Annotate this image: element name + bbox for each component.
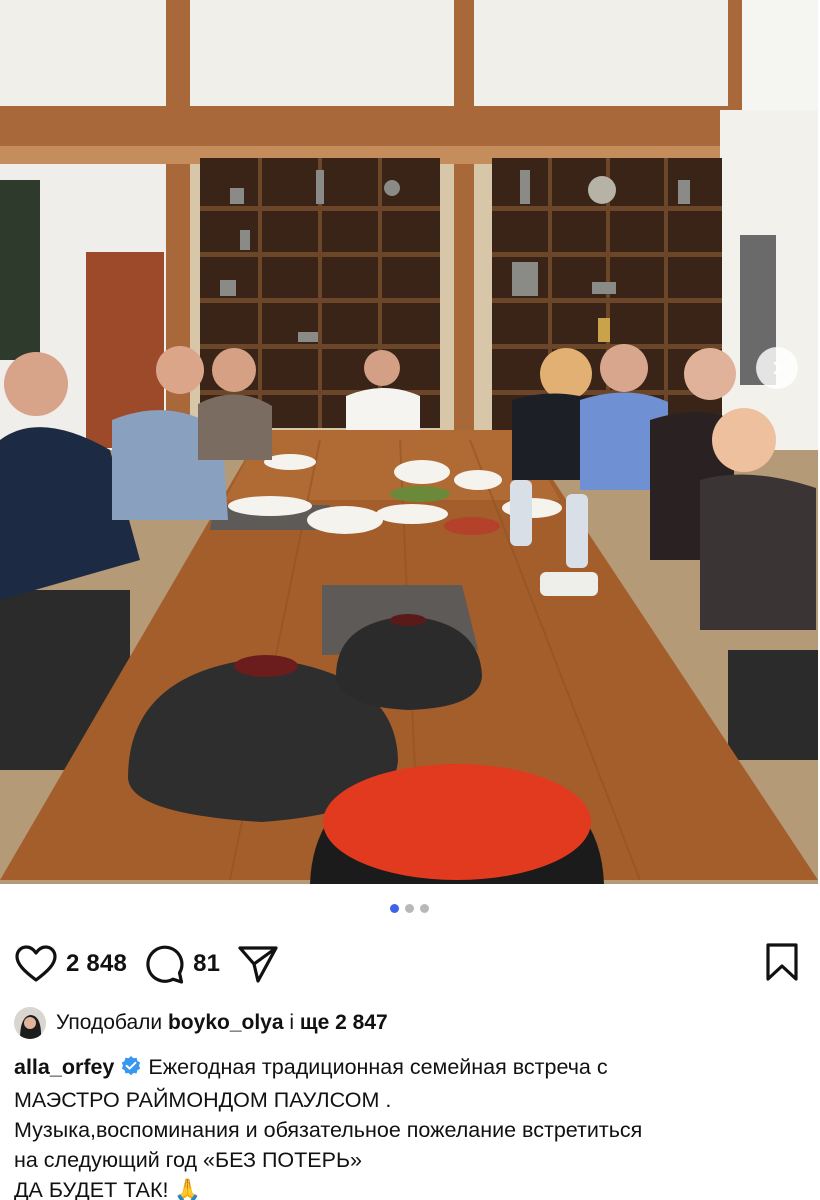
- comment-count: 81: [193, 950, 221, 977]
- post-action-bar: 2 848 81: [14, 940, 800, 988]
- like-count: 2 848: [66, 950, 128, 977]
- carousel-indicator: [0, 904, 818, 913]
- carousel-dot-1: [389, 904, 399, 913]
- likes-prefix: Уподобали: [56, 1011, 163, 1034]
- caption-line-5: ДА БУДЕТ ТАК! 🙏: [14, 1178, 202, 1200]
- caption-line-3: Музыка,воспоминания и обязательное пожел…: [14, 1118, 643, 1142]
- carousel-dot-2: [404, 904, 414, 913]
- liker-avatar-image: [14, 1007, 46, 1039]
- photo-illustration: [0, 0, 818, 884]
- caption-line-1: alla_orfey Ежегодная традиционная семейна…: [14, 1052, 804, 1085]
- comment-icon: [146, 945, 184, 984]
- post-photo[interactable]: [0, 0, 818, 884]
- avatar[interactable]: [14, 1007, 46, 1039]
- verified-badge-icon: [120, 1055, 142, 1085]
- caption-text-1: Ежегодная традиционная семейная встреча …: [148, 1055, 608, 1079]
- liked-by-line: Уподобали boyko_olya і ще 2 847: [14, 1007, 388, 1039]
- comment-button[interactable]: 81: [143, 943, 220, 985]
- caption-line-4: на следующий год «БЕЗ ПОТЕРЬ»: [14, 1148, 363, 1172]
- carousel-next-button[interactable]: [756, 347, 798, 389]
- save-button[interactable]: [764, 942, 800, 987]
- likes-others-link[interactable]: ще 2 847: [300, 1011, 388, 1035]
- liked-by-username[interactable]: boyko_olya: [168, 1011, 284, 1035]
- caption-line-2: МАЭСТРО РАЙМОНДОМ ПАУЛСОМ .: [14, 1088, 392, 1112]
- bookmark-icon: [766, 942, 798, 981]
- chevron-right-icon: [773, 361, 782, 375]
- share-icon: [238, 946, 278, 983]
- post-caption: alla_orfey Ежегодная традиционная семейна…: [14, 1052, 804, 1200]
- carousel-dot-3: [419, 904, 429, 913]
- heart-icon: [15, 945, 57, 982]
- like-button[interactable]: 2 848: [14, 944, 127, 984]
- share-button[interactable]: [236, 943, 280, 985]
- author-username[interactable]: alla_orfey: [14, 1055, 114, 1079]
